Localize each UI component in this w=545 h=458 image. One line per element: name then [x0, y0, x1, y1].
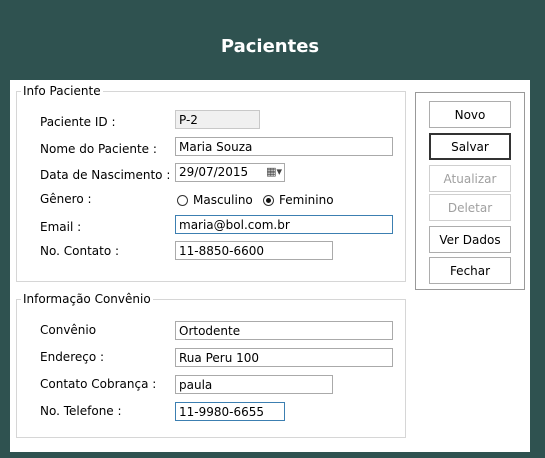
novo-button[interactable]: Novo	[429, 101, 511, 128]
page-title: Pacientes	[220, 36, 320, 57]
header-bar: Pacientes	[14, 18, 526, 80]
calendar-dropdown-button[interactable]: ▦▾	[266, 165, 282, 178]
info-paciente-legend: Info Paciente	[23, 84, 101, 98]
email-label: Email :	[40, 220, 82, 234]
contato-cobranca-field[interactable]	[175, 375, 333, 394]
paciente-id-label: Paciente ID :	[40, 115, 116, 129]
radio-feminino-label: Feminino	[279, 193, 334, 207]
contato-cobranca-label: Contato Cobrança :	[40, 377, 157, 391]
atualizar-button[interactable]: Atualizar	[429, 165, 511, 192]
convenio-label: Convênio	[40, 323, 97, 337]
deletar-button[interactable]: Deletar	[429, 194, 511, 221]
chevron-down-icon: ▾	[276, 165, 282, 178]
salvar-button[interactable]: Salvar	[429, 133, 511, 160]
endereco-field[interactable]	[175, 348, 393, 367]
radio-masculino-label: Masculino	[193, 193, 253, 207]
action-button-panel: Novo Salvar Atualizar Deletar Ver Dados …	[415, 92, 525, 290]
radio-masculino-dot[interactable]	[177, 194, 188, 206]
email-field[interactable]	[175, 215, 393, 234]
genero-label: Gênero :	[40, 192, 92, 206]
nome-field[interactable]	[175, 137, 393, 156]
calendar-icon: ▦	[266, 165, 277, 178]
ver-dados-button[interactable]: Ver Dados	[429, 226, 511, 253]
data-nascimento-picker[interactable]: 29/07/2015 ▦▾	[175, 163, 285, 182]
telefone-label: No. Telefone :	[40, 404, 122, 418]
contato-field[interactable]	[175, 241, 333, 260]
radio-feminino[interactable]: Feminino	[263, 193, 334, 207]
endereco-label: Endereço :	[40, 350, 105, 364]
paciente-id-field	[175, 110, 260, 129]
data-nascimento-value: 29/07/2015	[179, 165, 249, 179]
info-convenio-legend: Informação Convênio	[23, 292, 151, 306]
radio-feminino-dot[interactable]	[263, 194, 274, 206]
contato-label: No. Contato :	[40, 244, 120, 258]
nome-label: Nome do Paciente :	[40, 142, 157, 156]
radio-masculino[interactable]: Masculino	[177, 193, 253, 207]
data-nascimento-label: Data de Nascimento :	[40, 168, 171, 182]
form-area: Info Paciente Paciente ID : Nome do Paci…	[10, 80, 530, 452]
telefone-field[interactable]	[175, 402, 285, 421]
fechar-button[interactable]: Fechar	[429, 257, 511, 284]
convenio-field[interactable]	[175, 321, 393, 340]
